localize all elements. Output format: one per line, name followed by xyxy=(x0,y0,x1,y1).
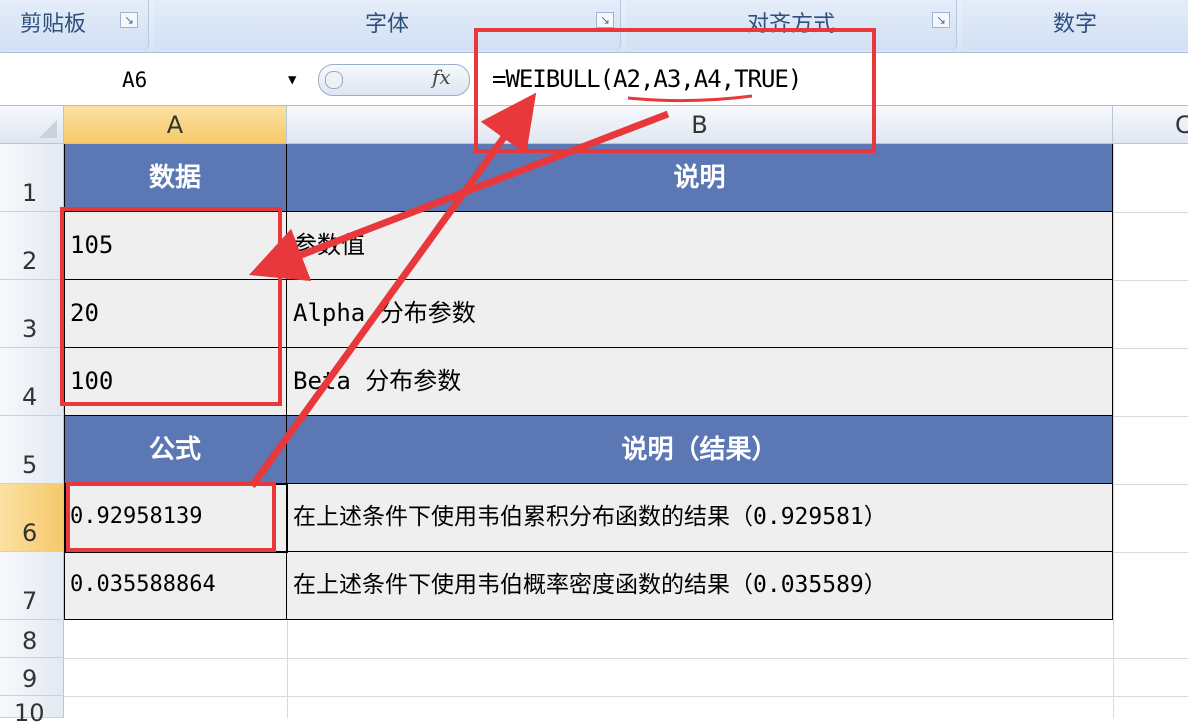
argument-underline xyxy=(627,94,753,103)
arrow-to-formula xyxy=(249,92,537,489)
annotation-arrows xyxy=(248,92,753,489)
